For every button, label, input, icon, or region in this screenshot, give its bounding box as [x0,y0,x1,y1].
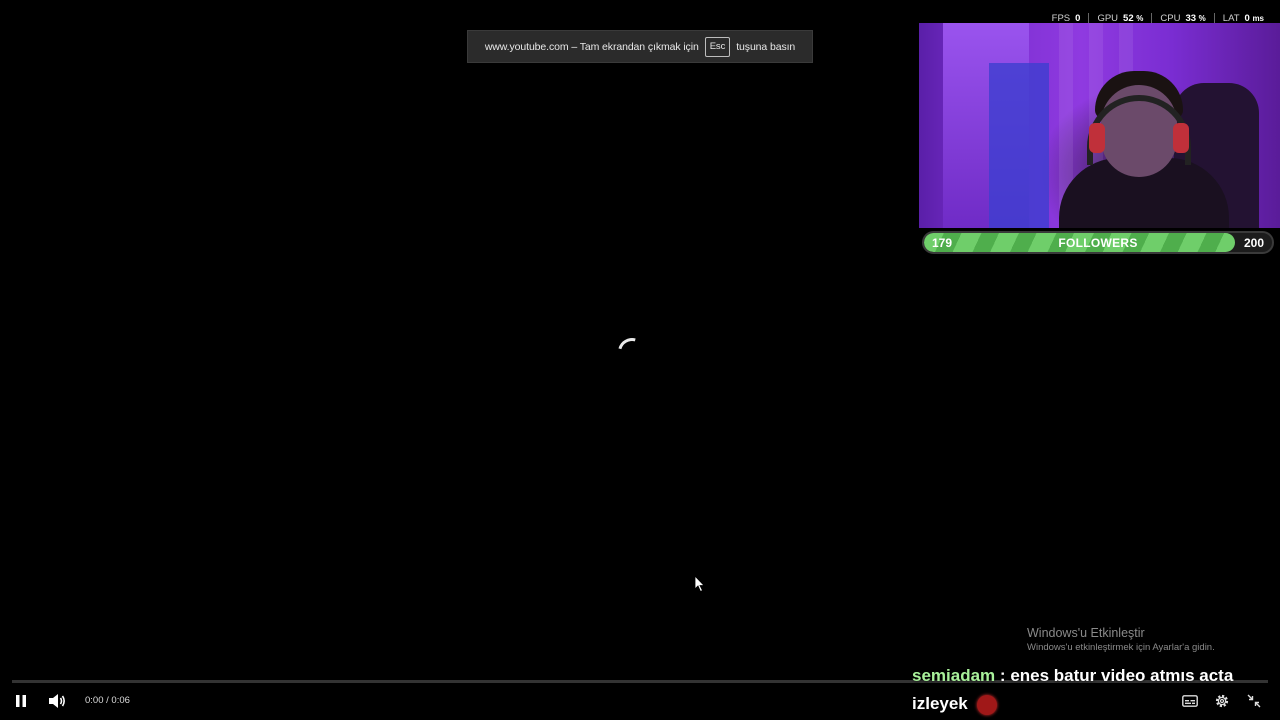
mouse-cursor-icon [695,576,705,592]
follower-goal-label: FOLLOWERS [1058,236,1138,250]
loading-spinner-icon [612,332,652,372]
fullscreen-notice-suffix: tuşuna basın [736,40,796,53]
windows-activation-watermark: Windows'u Etkinleştir Windows'u etkinleş… [1027,626,1215,653]
windows-activation-subtitle: Windows'u etkinleştirmek için Ayarlar'a … [1027,642,1215,653]
video-time-display: 0:00 / 0:06 [85,695,130,706]
volume-button[interactable] [45,689,69,713]
stat-gpu-unit: % [1136,14,1144,23]
pause-icon [16,695,26,707]
chat-separator: : [999,666,1006,685]
chat-overlay-message: semiadam : enes batur video atmıs acta i… [912,662,1272,718]
esc-key-badge: Esc [704,36,731,57]
webcam-feed [919,23,1280,228]
fullscreen-notice-prefix: www.youtube.com – Tam ekrandan çıkmak iç… [484,40,699,53]
fullscreen-exit-notice: www.youtube.com – Tam ekrandan çıkmak iç… [467,30,813,63]
pause-button[interactable] [10,689,32,713]
chat-username: semiadam [912,666,996,685]
windows-activation-title: Windows'u Etkinleştir [1027,626,1145,640]
follower-goal-bar: 179 FOLLOWERS 200 [922,231,1274,254]
stat-cpu-unit: % [1198,14,1206,23]
follower-target: 200 [1243,236,1264,250]
volume-icon [49,694,65,708]
chat-emote-icon [976,694,997,715]
stat-lat-unit: ms [1252,14,1264,23]
